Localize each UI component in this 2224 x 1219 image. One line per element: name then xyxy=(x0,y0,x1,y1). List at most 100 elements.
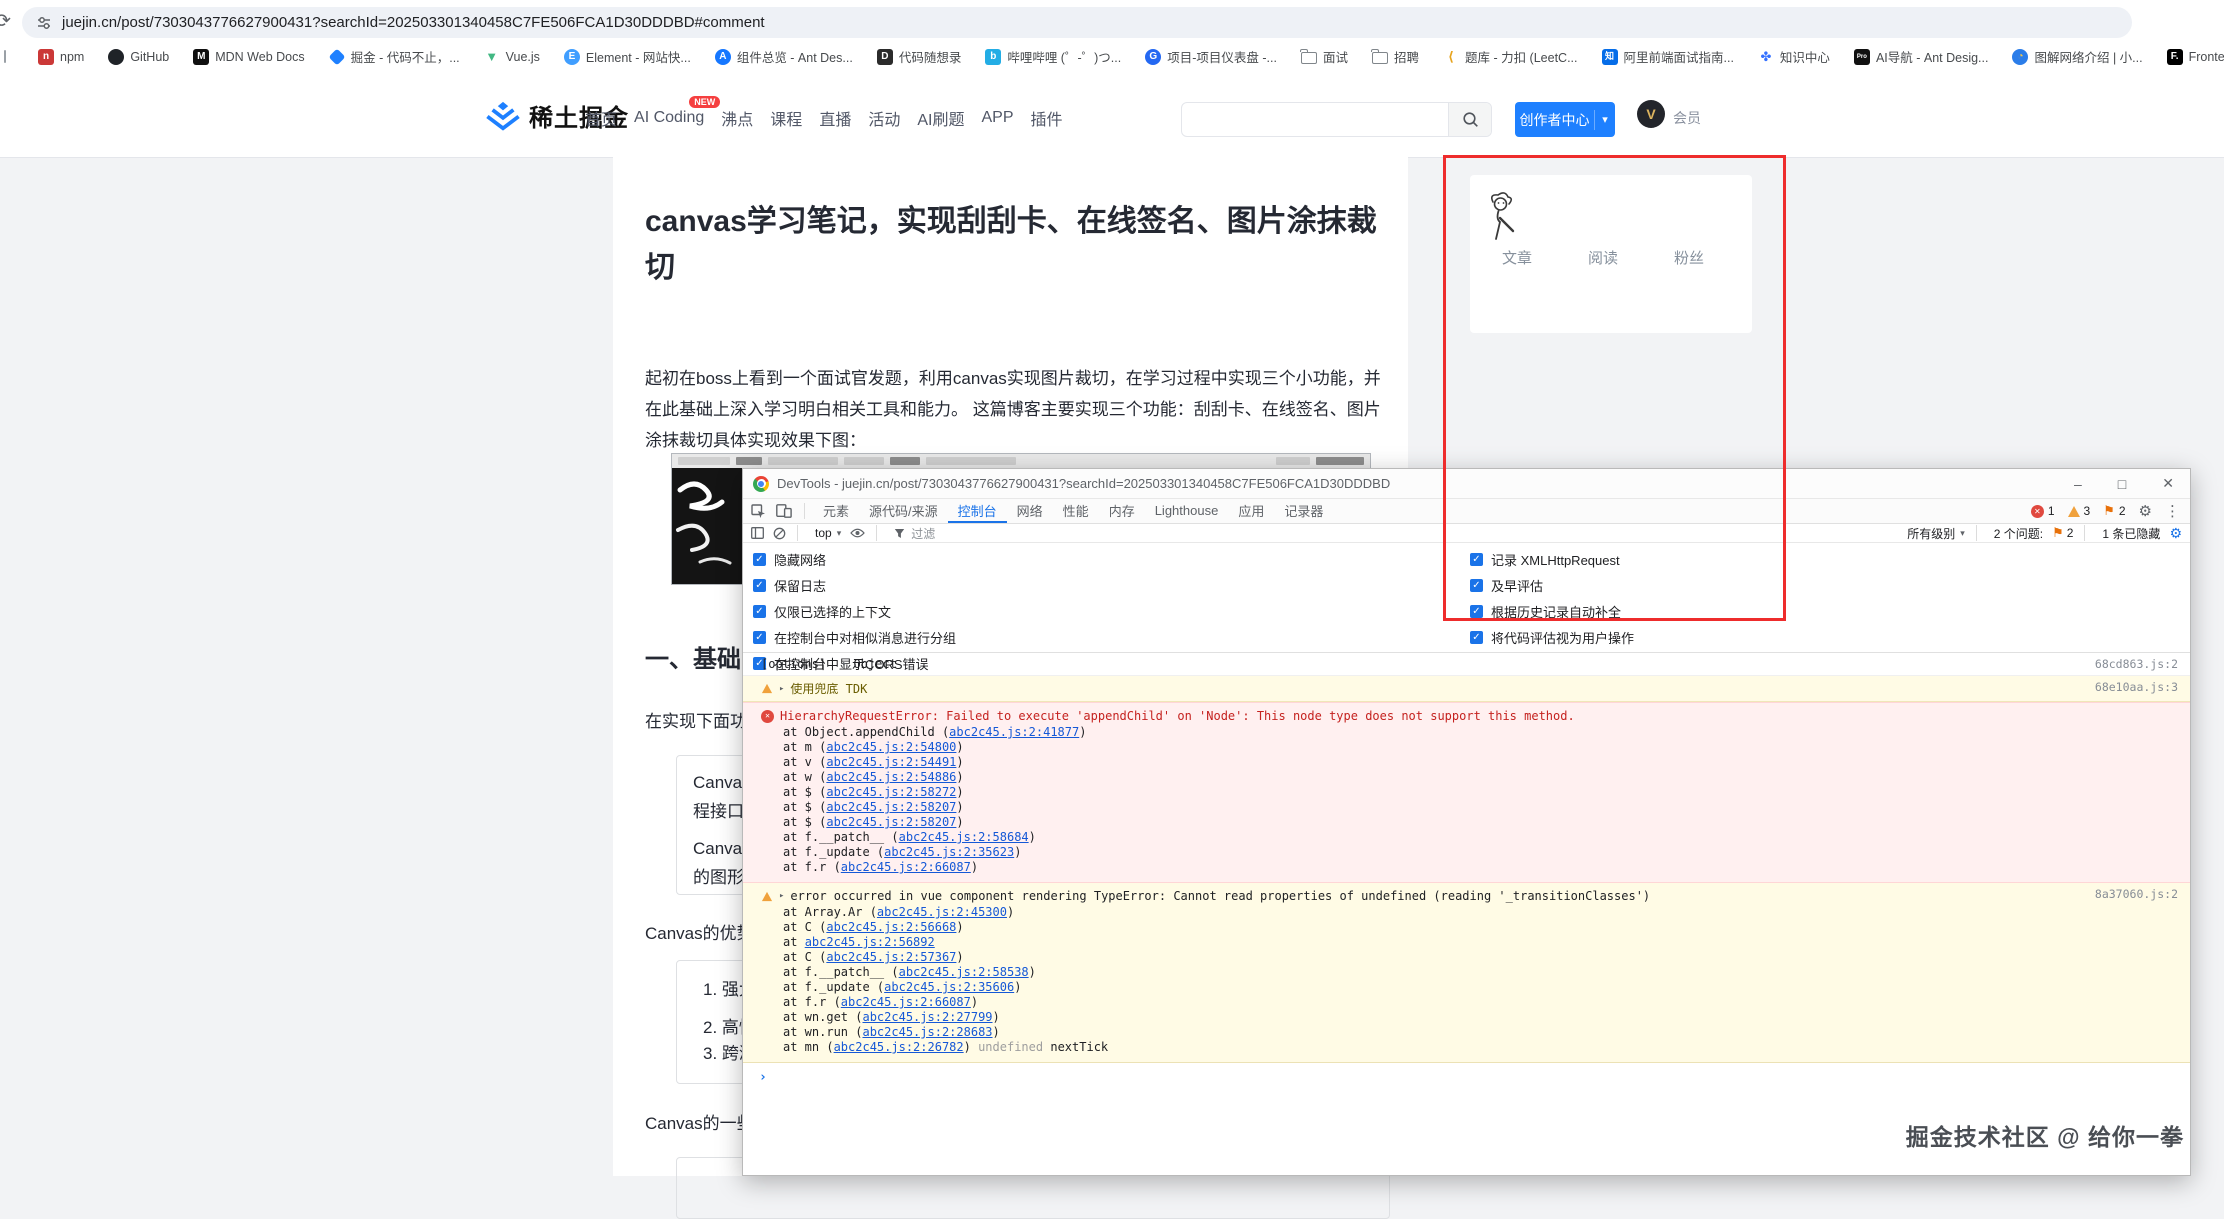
nav-item[interactable]: 课程 xyxy=(770,106,802,130)
live-expression-eye-icon[interactable] xyxy=(850,528,865,538)
source-link[interactable]: 68cd863.js:2 xyxy=(2095,657,2178,671)
maximize-icon[interactable]: □ xyxy=(2118,476,2126,492)
source-link[interactable]: abc2c45.js:2:54491 xyxy=(826,755,956,769)
nav-item[interactable]: 直播 xyxy=(819,106,851,130)
bookmark-item[interactable]: 招聘 xyxy=(1372,47,1419,66)
bookmark-item[interactable]: ✤ 知识中心 xyxy=(1758,47,1830,66)
issues-chip[interactable]: ⚑ 2 xyxy=(2052,525,2073,541)
source-link[interactable]: abc2c45.js:2:58538 xyxy=(899,965,1029,979)
console-vue-warning-block[interactable]: ▸ error occurred in vue component render… xyxy=(743,883,2190,1063)
console-error-badge[interactable]: ✕ 1 xyxy=(2031,504,2055,518)
close-icon[interactable]: ✕ xyxy=(2162,475,2174,492)
bookmark-item[interactable]: Pro AI导航 - Ant Desig... xyxy=(1854,47,1989,66)
console-sidebar-icon[interactable] xyxy=(751,527,764,539)
source-link[interactable]: abc2c45.js:2:66087 xyxy=(841,860,971,874)
settings-checkbox[interactable]: ✓ 将代码评估视为用户操作 xyxy=(1470,628,1634,647)
settings-checkbox[interactable]: ✓ 在控制台中对相似消息进行分组 xyxy=(753,628,956,647)
kebab-menu-icon[interactable]: ⋮ xyxy=(2165,502,2180,520)
settings-checkbox[interactable]: ✓ 仅限已选择的上下文 xyxy=(753,602,956,621)
source-link[interactable]: abc2c45.js:2:28683 xyxy=(862,1025,992,1039)
address-bar[interactable]: juejin.cn/post/7303043776627900431?searc… xyxy=(22,7,2132,38)
devtools-tab[interactable]: 源代码/来源 xyxy=(859,499,948,523)
bookmark-item[interactable]: G 项目-项目仪表盘 -... xyxy=(1145,47,1277,66)
search-input[interactable] xyxy=(1182,103,1448,136)
author-stats-card[interactable]: 文章 阅读 粉丝 xyxy=(1470,175,1752,333)
source-link[interactable]: abc2c45.js:2:54886 xyxy=(826,770,956,784)
console-error-block[interactable]: ✕ HierarchyRequestError: Failed to execu… xyxy=(743,702,2190,883)
devtools-tab[interactable]: 内存 xyxy=(1099,499,1145,523)
devtools-tab[interactable]: 性能 xyxy=(1053,499,1099,523)
site-settings-icon[interactable] xyxy=(36,15,52,31)
filter-input[interactable]: 过滤 xyxy=(894,525,935,542)
creator-center-button[interactable]: 创作者中心 ▾ xyxy=(1515,102,1615,137)
expand-icon[interactable]: ▸ xyxy=(779,887,784,905)
nav-item[interactable]: APP xyxy=(981,109,1013,127)
source-link[interactable]: abc2c45.js:2:41877 xyxy=(949,725,1079,739)
source-link[interactable]: abc2c45.js:2:58207 xyxy=(826,815,956,829)
settings-checkbox[interactable]: ✓ 及早评估 xyxy=(1470,576,1634,595)
bookmark-item[interactable]: b 哔哩哔哩 (゜-゜)つ... xyxy=(985,47,1121,66)
bookmark-item[interactable]: 知 阿里前端面试指南... xyxy=(1602,47,1734,66)
clear-console-icon[interactable] xyxy=(773,527,786,540)
bookmark-item[interactable]: M MDN Web Docs xyxy=(193,49,304,65)
context-selector[interactable]: top ▾ xyxy=(815,526,841,540)
inspect-icon[interactable] xyxy=(751,504,766,519)
nav-item[interactable]: 沸点 xyxy=(721,106,753,130)
bookmark-item[interactable]: ◔ 图解网络介绍 | 小... xyxy=(2012,47,2142,66)
url-text[interactable]: juejin.cn/post/7303043776627900431?searc… xyxy=(62,14,765,31)
nav-item[interactable]: 首页 xyxy=(585,106,617,130)
bookmark-item[interactable]: A 组件总览 - Ant Des... xyxy=(715,47,853,66)
bookmark-item[interactable]: 掘金 - 代码不止，... xyxy=(329,47,460,66)
stat-label[interactable]: 文章 xyxy=(1502,247,1532,268)
bookmark-item[interactable]: 面试 xyxy=(1301,47,1348,66)
log-level-selector[interactable]: 所有级别 ▾ xyxy=(1907,525,1965,542)
expand-icon[interactable]: ▸ xyxy=(779,684,784,694)
source-link[interactable]: 68e10aa.js:3 xyxy=(2095,680,2178,694)
source-link[interactable]: abc2c45.js:2:54800 xyxy=(826,740,956,754)
source-link[interactable]: abc2c45.js:2:58272 xyxy=(826,785,956,799)
devtools-tab[interactable]: 记录器 xyxy=(1274,499,1333,523)
bookmark-item[interactable]: n npm xyxy=(38,49,84,65)
settings-checkbox[interactable]: ✓ 隐藏网络 xyxy=(753,550,956,569)
bookmark-item[interactable]: E Element - 网站快... xyxy=(564,47,691,66)
source-link[interactable]: abc2c45.js:2:35623 xyxy=(884,845,1014,859)
bookmark-item[interactable]: D 代码随想录 xyxy=(877,47,962,66)
source-link[interactable]: abc2c45.js:2:56668 xyxy=(826,920,956,934)
devtools-tab[interactable]: 元素 xyxy=(813,499,859,523)
bookmark-item[interactable]: GitHub xyxy=(108,49,169,65)
source-link[interactable]: abc2c45.js:2:35606 xyxy=(884,980,1014,994)
bookmark-item[interactable]: ⟨ 题库 - 力扣 (LeetC... xyxy=(1443,47,1578,66)
device-toolbar-icon[interactable] xyxy=(776,504,792,518)
source-link[interactable]: abc2c45.js:2:56892 xyxy=(805,935,935,949)
source-link[interactable]: abc2c45.js:2:58207 xyxy=(826,800,956,814)
source-link[interactable]: abc2c45.js:2:45300 xyxy=(877,905,1007,919)
console-settings-gear-icon[interactable]: ⚙ xyxy=(2169,525,2182,542)
reload-icon[interactable]: ⟳ xyxy=(0,10,11,33)
nav-item[interactable]: 插件 xyxy=(1030,106,1062,130)
stat-label[interactable]: 阅读 xyxy=(1588,247,1618,268)
console-warning-row[interactable]: ▸ 使用兜底 TDK 68e10aa.js:3 xyxy=(743,676,2190,702)
stat-label[interactable]: 粉丝 xyxy=(1674,247,1704,268)
settings-checkbox[interactable]: ✓ 根据历史记录自动补全 xyxy=(1470,602,1634,621)
chevron-down-icon[interactable]: ▾ xyxy=(1595,113,1615,126)
settings-checkbox[interactable]: ✓ 记录 XMLHttpRequest xyxy=(1470,550,1634,569)
settings-checkbox[interactable]: ✓ 保留日志 xyxy=(753,576,956,595)
expand-icon[interactable]: ▸ xyxy=(842,659,847,669)
source-link[interactable]: abc2c45.js:2:26782 xyxy=(834,1040,964,1054)
devtools-tab[interactable]: Lighthouse xyxy=(1145,499,1229,523)
console-log-row[interactable]: [options] ▸ Object 68cd863.js:2 xyxy=(743,653,2190,676)
console-prompt[interactable]: › xyxy=(743,1063,2190,1089)
search-button[interactable] xyxy=(1448,103,1491,136)
issues-badge[interactable]: ⚑ 2 xyxy=(2103,503,2125,519)
source-link[interactable]: 8a37060.js:2 xyxy=(2095,887,2178,901)
source-link[interactable]: abc2c45.js:2:27799 xyxy=(862,1010,992,1024)
devtools-tab[interactable]: 控制台 xyxy=(948,499,1007,523)
devtools-tab[interactable]: 网络 xyxy=(1007,499,1053,523)
nav-item[interactable]: 活动 xyxy=(868,106,900,130)
bookmark-item[interactable]: F. Frontend Develop... xyxy=(2167,49,2224,65)
nav-item[interactable]: AI刷题 xyxy=(917,106,964,130)
bookmark-item[interactable]: ▼ Vue.js xyxy=(484,49,540,65)
devtools-tab[interactable]: 应用 xyxy=(1228,499,1274,523)
settings-gear-icon[interactable]: ⚙ xyxy=(2139,502,2152,520)
minimize-icon[interactable]: – xyxy=(2074,476,2082,492)
